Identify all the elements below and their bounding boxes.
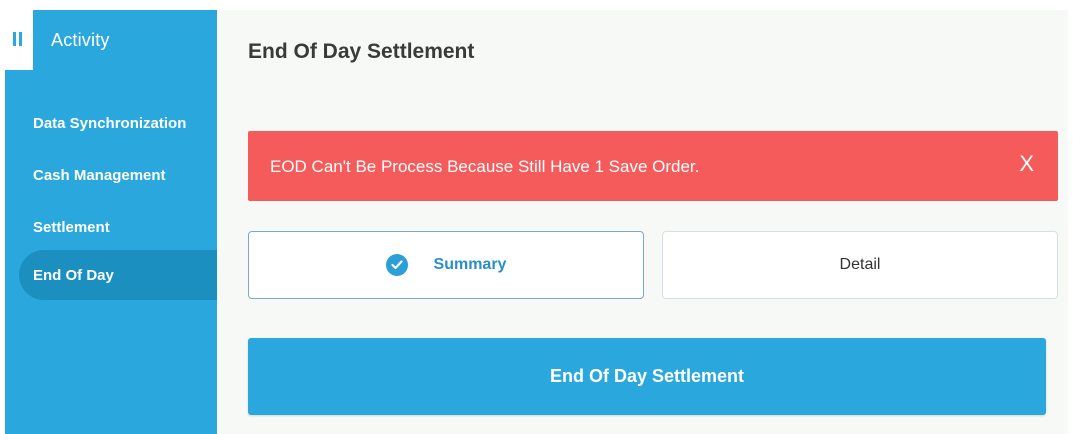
close-icon[interactable]: X xyxy=(1019,153,1034,175)
error-alert: EOD Can't Be Process Because Still Have … xyxy=(248,131,1058,201)
sidebar-item-data-synchronization[interactable]: Data Synchronization xyxy=(19,98,217,148)
page-title: End Of Day Settlement xyxy=(248,40,475,63)
sidebar-item-label: Cash Management xyxy=(33,166,166,184)
sidebar-title: Activity xyxy=(51,30,110,50)
sidebar-item-label: Settlement xyxy=(33,218,110,236)
main-content: End Of Day Settlement EOD Can't Be Proce… xyxy=(217,10,1068,434)
check-circle-icon xyxy=(385,254,408,276)
sidebar-item-label: End Of Day xyxy=(33,266,114,284)
sidebar-item-settlement[interactable]: Settlement xyxy=(19,202,217,252)
tab-summary-label: Summary xyxy=(433,256,507,273)
end-of-day-settlement-button[interactable]: End Of Day Settlement xyxy=(248,338,1046,415)
menu-toggle[interactable] xyxy=(5,10,33,70)
sidebar-item-cash-management[interactable]: Cash Management xyxy=(19,150,217,200)
hamburger-icon[interactable] xyxy=(13,32,23,46)
tab-detail[interactable]: Detail xyxy=(662,231,1058,299)
sidebar-item-end-of-day[interactable]: End Of Day xyxy=(19,250,217,300)
alert-message: EOD Can't Be Process Because Still Have … xyxy=(270,157,700,176)
tab-summary[interactable]: Summary xyxy=(248,231,644,299)
tab-detail-label: Detail xyxy=(839,256,881,273)
sidebar: Activity Data Synchronization Cash Manag… xyxy=(5,10,217,434)
sidebar-item-label: Data Synchronization xyxy=(33,114,187,132)
app-frame: Activity Data Synchronization Cash Manag… xyxy=(5,10,1068,434)
